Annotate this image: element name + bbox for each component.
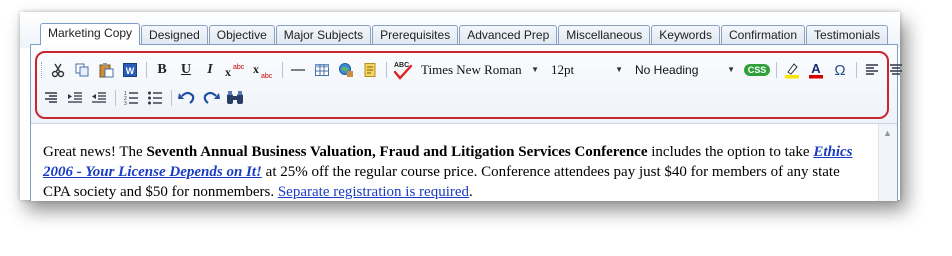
spellcheck-label: ABC (394, 62, 409, 69)
tab-advanced-prep[interactable]: Advanced Prep (459, 25, 558, 45)
tab-list: Marketing Copy Designed Objective Major … (40, 23, 889, 45)
toolbar-row-1: W B U I x abc x abc ABC Times New Roman … (41, 59, 910, 81)
bulleted-list-icon[interactable] (145, 88, 165, 108)
chevron-down-icon: ▼ (727, 65, 735, 74)
paste-from-word-icon[interactable]: W (120, 60, 140, 80)
paragraph-text: Great news! The (43, 144, 147, 160)
vertical-scrollbar[interactable]: ▲ (878, 124, 897, 201)
toolbar-separator (386, 62, 387, 78)
svg-text:abc: abc (233, 64, 245, 71)
toolbar-row-2: 123 (41, 87, 249, 109)
paragraph-text: . (469, 184, 473, 200)
paste-icon[interactable] (96, 60, 116, 80)
svg-text:A: A (811, 61, 821, 76)
spellcheck-icon[interactable]: ABC (392, 60, 414, 80)
tab-marketing-copy[interactable]: Marketing Copy (40, 23, 141, 45)
toolbar-separator (115, 90, 116, 106)
editor-content[interactable]: Great news! The Seventh Annual Business … (31, 124, 877, 201)
italic-button[interactable]: I (200, 60, 220, 80)
content-paragraph: Great news! The Seventh Annual Business … (43, 142, 863, 202)
heading-select[interactable]: No Heading ▼ (632, 61, 738, 79)
separate-registration-link[interactable]: Separate registration is required (278, 184, 469, 200)
tab-major-subjects[interactable]: Major Subjects (275, 25, 372, 45)
tab-miscellaneous[interactable]: Miscellaneous (558, 25, 651, 45)
find-icon[interactable] (225, 88, 245, 108)
toolbar-separator (171, 90, 172, 106)
numbered-list-icon[interactable]: 123 (121, 88, 141, 108)
svg-text:x: x (225, 65, 231, 78)
font-size-select[interactable]: 12pt ▼ (548, 61, 626, 79)
tab-objective[interactable]: Objective (208, 25, 275, 45)
rich-text-editor: W B U I x abc x abc ABC Times New Roman … (30, 44, 902, 201)
font-size-value: 12pt (551, 62, 575, 77)
toolbar-separator (776, 62, 777, 78)
undo-icon[interactable] (177, 88, 197, 108)
bold-button[interactable]: B (152, 60, 172, 80)
css-label: CSS (743, 64, 771, 76)
toolbar-separator (282, 62, 283, 78)
toolbar-separator (856, 62, 857, 78)
editor-window: Marketing Copy Designed Objective Major … (20, 12, 902, 201)
tab-prerequisites[interactable]: Prerequisites (372, 25, 459, 45)
font-color-icon[interactable]: A (806, 60, 826, 80)
font-family-value: Times New Roman (421, 62, 522, 77)
align-right-icon[interactable] (41, 88, 61, 108)
scroll-up-icon[interactable]: ▲ (883, 128, 892, 138)
outdent-icon[interactable] (89, 88, 109, 108)
heading-value: No Heading (635, 63, 699, 77)
horizontal-rule-icon[interactable] (288, 60, 308, 80)
align-left-icon[interactable] (862, 60, 882, 80)
indent-icon[interactable] (65, 88, 85, 108)
table-icon[interactable] (312, 60, 332, 80)
tab-testimonials[interactable]: Testimonials (806, 25, 889, 45)
svg-text:abc: abc (261, 73, 273, 78)
tab-keywords[interactable]: Keywords (651, 25, 720, 45)
tab-strip: Marketing Copy Designed Objective Major … (20, 12, 900, 48)
underline-button[interactable]: U (176, 60, 196, 80)
document-icon[interactable] (360, 60, 380, 80)
copy-icon[interactable] (72, 60, 92, 80)
align-center-icon[interactable] (886, 60, 906, 80)
subscript-icon[interactable]: x abc (252, 60, 276, 80)
special-character-icon[interactable]: Ω (830, 60, 850, 80)
conference-name: Seventh Annual Business Valuation, Fraud… (146, 144, 648, 160)
paragraph-text: includes the option to take (647, 144, 814, 160)
svg-text:3: 3 (124, 101, 127, 106)
toolbar-separator (146, 62, 147, 78)
chevron-down-icon: ▼ (531, 65, 539, 74)
formatting-toolbar: W B U I x abc x abc ABC Times New Roman … (31, 45, 902, 124)
chevron-down-icon: ▼ (615, 65, 623, 74)
redo-icon[interactable] (201, 88, 221, 108)
css-button[interactable]: CSS (743, 60, 771, 80)
svg-text:x: x (253, 62, 259, 76)
toolbar-grip[interactable] (41, 62, 44, 78)
highlight-color-icon[interactable] (782, 60, 802, 80)
cut-icon[interactable] (48, 60, 68, 80)
insert-image-icon[interactable] (336, 60, 356, 80)
svg-text:W: W (126, 66, 135, 76)
superscript-icon[interactable]: x abc (224, 60, 248, 80)
tab-designed[interactable]: Designed (141, 25, 208, 45)
tab-confirmation[interactable]: Confirmation (720, 25, 806, 45)
font-family-select[interactable]: Times New Roman ▼ (418, 61, 542, 79)
